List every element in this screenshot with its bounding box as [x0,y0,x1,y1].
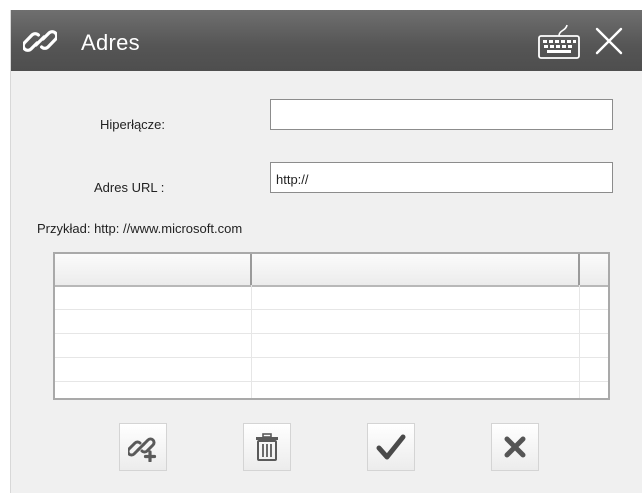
table-header [55,254,608,287]
url-input[interactable] [270,162,613,193]
links-table[interactable] [53,252,610,400]
title-bar: Adres [11,10,642,71]
table-row[interactable] [55,309,608,310]
table-row[interactable] [55,381,608,382]
keyboard-icon[interactable] [536,22,582,62]
confirm-button[interactable] [367,423,415,471]
hyperlink-input[interactable] [270,99,613,130]
table-row[interactable] [55,357,608,358]
example-text: Przykład: http: //www.microsoft.com [37,221,243,236]
add-link-icon [128,437,157,462]
column-header[interactable] [252,254,580,285]
hyperlink-dialog: Adres Hiperłącze: Adres URL : Przykład: … [10,10,642,493]
delete-button[interactable] [243,423,291,471]
column-header[interactable] [580,254,608,285]
close-icon[interactable] [594,26,624,56]
hyperlink-label: Hiperłącze: [100,117,166,132]
column-header[interactable] [55,254,252,285]
link-icon [23,30,57,52]
cancel-button[interactable] [491,423,539,471]
x-icon [504,436,526,458]
table-row[interactable] [55,333,608,334]
url-label: Adres URL : [94,180,165,195]
add-link-button[interactable] [119,423,167,471]
checkmark-icon [376,434,406,460]
trash-icon [256,433,278,461]
window-title: Adres [81,30,140,55]
